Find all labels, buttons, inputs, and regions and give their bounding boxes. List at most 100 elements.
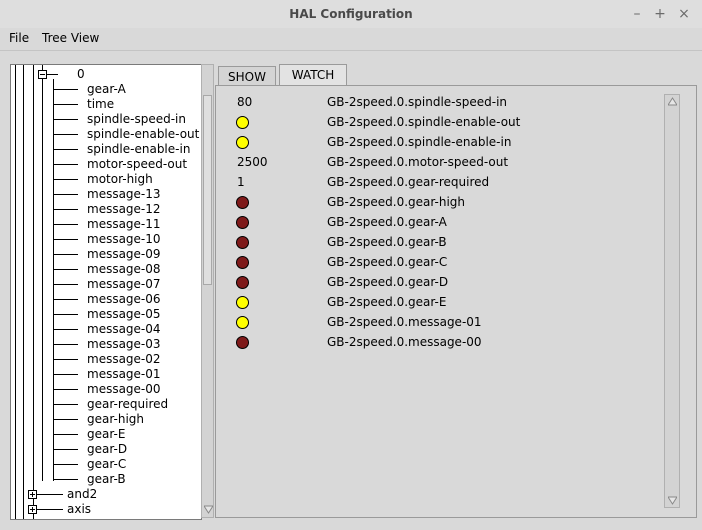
minimize-button[interactable]: – <box>627 4 647 24</box>
led-indicator <box>236 336 249 349</box>
scroll-down-icon[interactable] <box>204 505 213 514</box>
tree-scrollbar[interactable] <box>201 64 214 518</box>
tree-branch <box>54 104 78 105</box>
led-indicator <box>236 316 249 329</box>
watch-panel: 80 GB-2speed.0.spindle-speed-in GB-2speed.… <box>215 85 697 518</box>
tree-item[interactable]: spindle-enable-in <box>87 142 190 157</box>
tree-branch <box>54 479 78 480</box>
scroll-down-icon[interactable] <box>668 496 677 505</box>
tree-item[interactable]: motor-high <box>87 172 153 187</box>
watch-pin-name[interactable]: GB-2speed.0.spindle-speed-in <box>327 95 507 109</box>
tab-watch[interactable]: WATCH <box>279 64 347 86</box>
tree-branch <box>54 434 78 435</box>
tree-item[interactable]: message-00 <box>87 382 161 397</box>
tree-branch <box>33 494 63 495</box>
tree-item[interactable]: message-13 <box>87 187 161 202</box>
tree-item[interactable]: gear-A <box>87 82 126 97</box>
tree-node[interactable]: axis <box>67 502 91 517</box>
watch-value: 2500 <box>237 155 268 169</box>
tree-item[interactable]: message-04 <box>87 322 161 337</box>
tree-item[interactable]: motor-speed-out <box>87 157 187 172</box>
tree-branch <box>54 179 78 180</box>
maximize-button[interactable]: + <box>650 4 670 24</box>
tree-branch <box>54 419 78 420</box>
tree-guide-line <box>23 65 24 519</box>
led-indicator <box>236 136 249 149</box>
tree-item[interactable]: message-05 <box>87 307 161 322</box>
watch-pin-name[interactable]: GB-2speed.0.message-01 <box>327 315 482 329</box>
tree-item[interactable]: message-12 <box>87 202 161 217</box>
tree-branch <box>54 464 78 465</box>
watch-pin-name[interactable]: GB-2speed.0.motor-speed-out <box>327 155 508 169</box>
tree-branch <box>54 194 78 195</box>
tree-item[interactable]: spindle-speed-in <box>87 112 186 127</box>
watch-pin-name[interactable]: GB-2speed.0.message-00 <box>327 335 482 349</box>
tree-item[interactable]: message-02 <box>87 352 161 367</box>
watch-pin-name[interactable]: GB-2speed.0.gear-B <box>327 235 447 249</box>
tree-item[interactable]: message-09 <box>87 247 161 262</box>
tree-guide-line <box>53 79 54 481</box>
watch-pin-name[interactable]: GB-2speed.0.gear-C <box>327 255 447 269</box>
tree-item[interactable]: time <box>87 97 114 112</box>
tree-branch <box>33 509 63 510</box>
tree-branch <box>54 314 78 315</box>
tree-item[interactable]: gear-E <box>87 427 125 442</box>
tree-branch <box>54 209 78 210</box>
expand-icon[interactable] <box>28 505 37 514</box>
watch-pin-name[interactable]: GB-2speed.0.gear-A <box>327 215 447 229</box>
led-indicator <box>236 276 249 289</box>
tree-item[interactable]: gear-high <box>87 412 144 427</box>
tree-branch <box>54 389 78 390</box>
expand-icon[interactable] <box>28 490 37 499</box>
tree-branch <box>54 299 78 300</box>
tree-branch <box>46 74 58 75</box>
tree-item[interactable]: spindle-enable-out <box>87 127 199 142</box>
tree-guide-line <box>15 65 16 519</box>
watch-scrollbar[interactable] <box>664 94 680 508</box>
led-indicator <box>236 196 249 209</box>
watch-pin-name[interactable]: GB-2speed.0.gear-required <box>327 175 489 189</box>
led-indicator <box>236 296 249 309</box>
tree-branch <box>54 404 78 405</box>
watch-pin-name[interactable]: GB-2speed.0.gear-D <box>327 275 448 289</box>
tree-item[interactable]: message-10 <box>87 232 161 247</box>
watch-pin-name[interactable]: GB-2speed.0.gear-high <box>327 195 465 209</box>
tree-branch <box>54 269 78 270</box>
window-title: HAL Configuration <box>289 7 413 21</box>
collapse-icon[interactable] <box>38 70 47 79</box>
tree-item[interactable]: gear-B <box>87 472 126 487</box>
tree-item[interactable]: message-01 <box>87 367 161 382</box>
watch-pin-name[interactable]: GB-2speed.0.spindle-enable-out <box>327 115 520 129</box>
tree-item[interactable]: message-08 <box>87 262 161 277</box>
tree-branch <box>54 284 78 285</box>
tree-item[interactable]: message-07 <box>87 277 161 292</box>
tree-node-root[interactable]: 0 <box>77 67 85 82</box>
tree-item[interactable]: message-11 <box>87 217 161 232</box>
tree-branch <box>54 359 78 360</box>
led-indicator <box>236 236 249 249</box>
tree-node[interactable]: and2 <box>67 487 97 502</box>
tree-scrollbar-thumb[interactable] <box>203 95 212 285</box>
tree-item[interactable]: gear-required <box>87 397 168 412</box>
menu-tree-view[interactable]: Tree View <box>42 31 99 45</box>
menu-file[interactable]: File <box>9 31 29 45</box>
tree-item[interactable]: message-03 <box>87 337 161 352</box>
watch-value: 80 <box>237 95 253 109</box>
watch-value: 1 <box>237 175 245 189</box>
tree-branch <box>54 344 78 345</box>
tree-branch <box>54 89 78 90</box>
tree-item[interactable]: gear-D <box>87 442 127 457</box>
tree-item[interactable]: message-06 <box>87 292 161 307</box>
tree-branch <box>54 374 78 375</box>
tree-branch <box>54 239 78 240</box>
tree-branch <box>54 254 78 255</box>
watch-pin-name[interactable]: GB-2speed.0.spindle-enable-in <box>327 135 511 149</box>
watch-pin-name[interactable]: GB-2speed.0.gear-E <box>327 295 446 309</box>
scroll-up-icon[interactable] <box>668 97 677 106</box>
hal-tree[interactable]: 0 gear-A time spindle-speed-in spindle-enabl… <box>10 64 202 520</box>
title-bar: HAL Configuration – + × <box>0 0 702 29</box>
tree-branch <box>54 224 78 225</box>
close-button[interactable]: × <box>674 4 694 24</box>
menu-bar: File Tree View <box>0 28 702 51</box>
tree-item[interactable]: gear-C <box>87 457 126 472</box>
